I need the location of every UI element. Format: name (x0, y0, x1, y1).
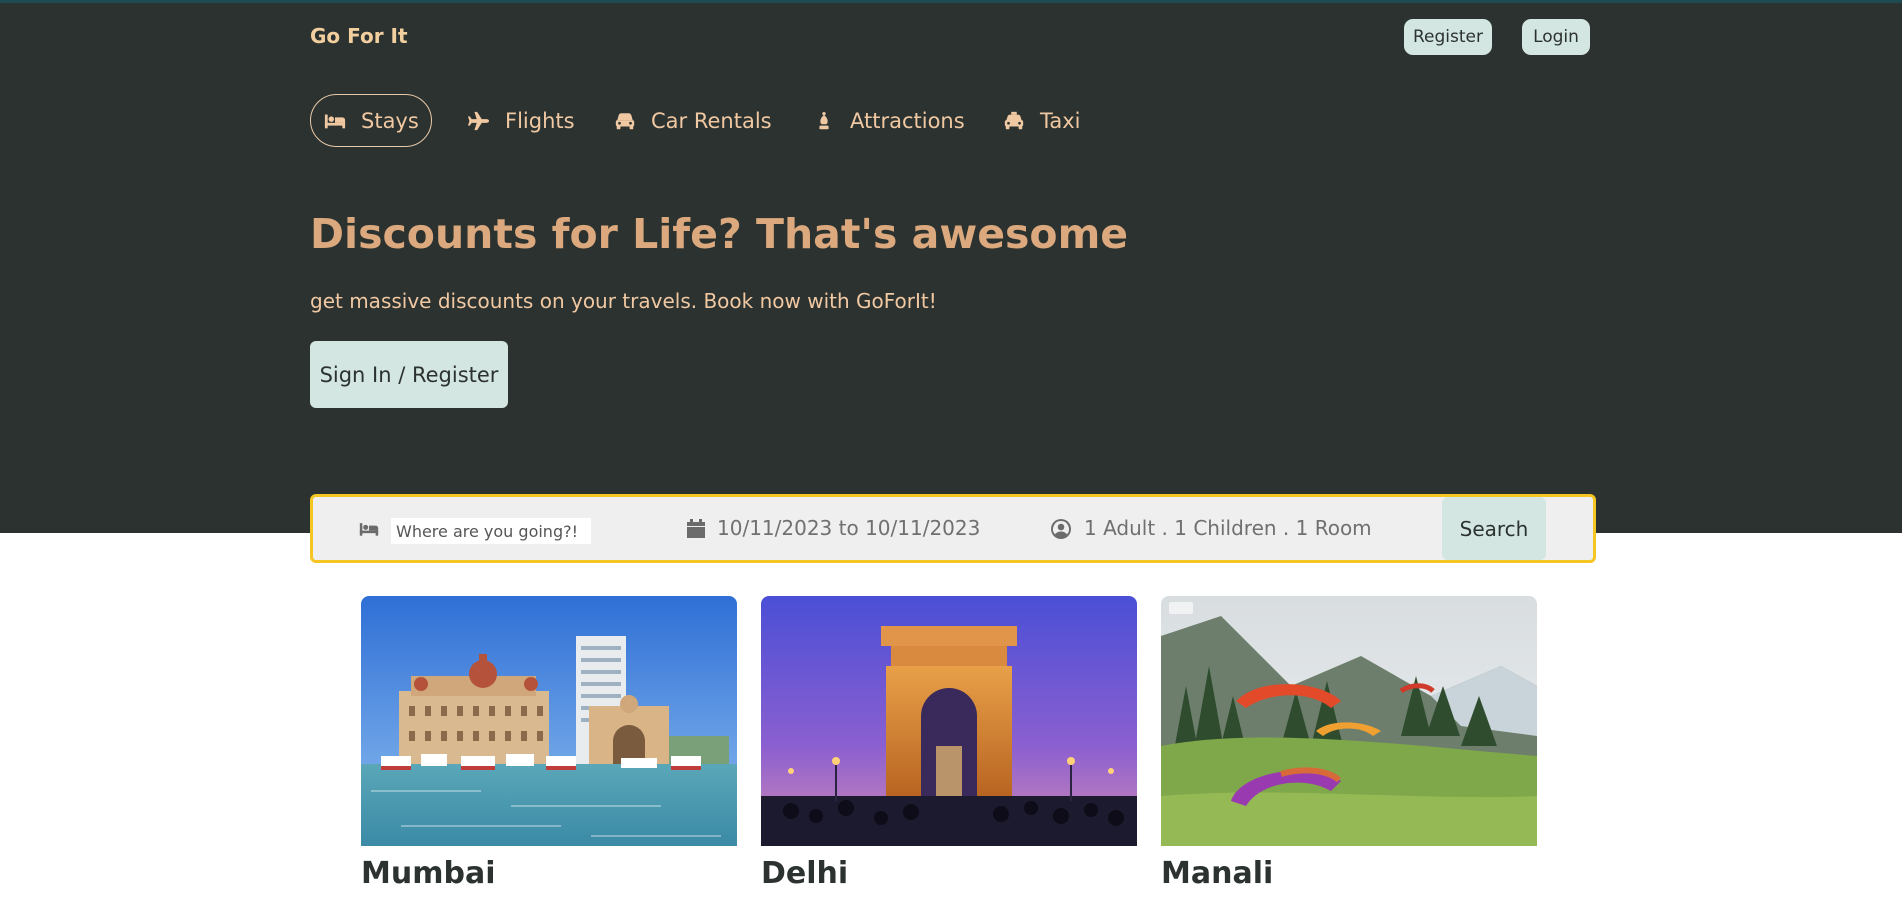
tab-label: Flights (505, 108, 575, 133)
city-name: Mumbai (361, 856, 496, 891)
hero-subtitle: get massive discounts on your travels. B… (310, 289, 937, 313)
register-button[interactable]: Register (1404, 19, 1492, 55)
bed-icon (359, 519, 379, 539)
tab-stays[interactable]: Stays (310, 94, 432, 147)
hero-section (0, 0, 1902, 533)
delhi-image (761, 596, 1137, 846)
tab-car-rentals[interactable]: Car Rentals (601, 94, 784, 147)
city-card-delhi[interactable]: Delhi (761, 596, 1137, 891)
category-nav: Stays Flights Car Rentals Attractions Ta… (310, 94, 1596, 148)
tab-flights[interactable]: Flights (455, 94, 587, 147)
login-button[interactable]: Login (1522, 19, 1590, 55)
top-navbar: Go For It Register Login (310, 0, 1596, 72)
city-name: Manali (1161, 856, 1274, 891)
tab-taxi[interactable]: Taxi (990, 94, 1092, 147)
chess-bishop-icon (812, 111, 836, 131)
city-card-mumbai[interactable]: Mumbai (361, 596, 737, 891)
tab-label: Attractions (850, 108, 965, 133)
hero-title: Discounts for Life? That's awesome (310, 210, 1129, 258)
car-icon (613, 111, 637, 131)
bed-icon (323, 111, 347, 131)
user-circle-icon (1051, 519, 1071, 539)
manali-image (1161, 596, 1537, 846)
date-range-picker[interactable]: 10/11/2023 to 10/11/2023 (717, 516, 980, 540)
taxi-icon (1002, 111, 1026, 131)
tab-attractions[interactable]: Attractions (800, 94, 977, 147)
city-card-manali[interactable]: Manali (1161, 596, 1537, 891)
sign-in-register-button[interactable]: Sign In / Register (310, 341, 508, 408)
mumbai-image (361, 596, 737, 846)
search-bar: 10/11/2023 to 10/11/2023 1 Adult . 1 Chi… (310, 494, 1596, 563)
tab-label: Stays (361, 108, 419, 133)
calendar-icon (686, 519, 706, 539)
plane-icon (467, 111, 491, 131)
guests-selector[interactable]: 1 Adult . 1 Children . 1 Room (1084, 516, 1372, 540)
tab-label: Taxi (1040, 108, 1081, 133)
city-name: Delhi (761, 856, 849, 891)
brand-logo[interactable]: Go For It (310, 24, 408, 48)
tab-label: Car Rentals (651, 108, 772, 133)
search-button[interactable]: Search (1442, 497, 1546, 560)
destination-input[interactable] (391, 518, 591, 544)
